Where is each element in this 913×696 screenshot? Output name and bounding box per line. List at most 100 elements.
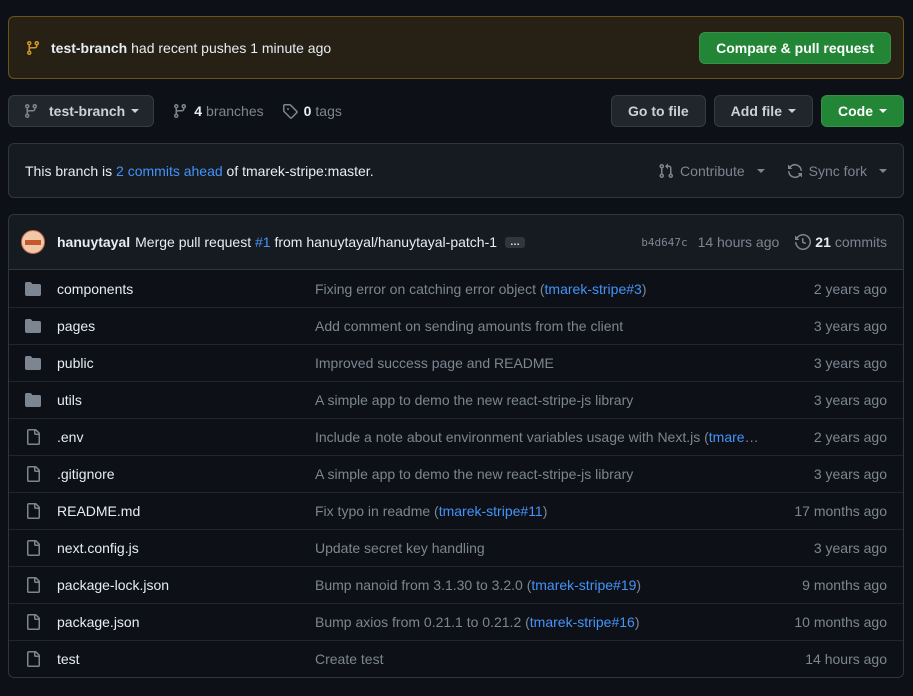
- file-row[interactable]: test Create test 14 hours ago: [9, 640, 903, 677]
- file-row[interactable]: pages Add comment on sending amounts from…: [9, 307, 903, 344]
- ahead-message: This branch is 2 commits ahead of tmarek…: [25, 163, 374, 179]
- folder-icon: [25, 281, 41, 297]
- file-commit-ref-link[interactable]: tmarek-stripe#11: [439, 503, 543, 519]
- file-name[interactable]: next.config.js: [57, 540, 315, 556]
- file-commit-message[interactable]: Improved success page and README: [315, 355, 765, 371]
- chevron-down-icon: [788, 109, 796, 113]
- folder-icon: [25, 318, 41, 334]
- file-name[interactable]: utils: [57, 392, 315, 408]
- file-commit-text: Bump nanoid from 3.1.30 to 3.2.0 (: [315, 577, 532, 593]
- file-name[interactable]: public: [57, 355, 315, 371]
- file-name[interactable]: package.json: [57, 614, 315, 630]
- file-icon: [25, 540, 41, 556]
- file-name[interactable]: .gitignore: [57, 466, 315, 482]
- branch-icon: [172, 103, 188, 119]
- avatar[interactable]: [21, 230, 45, 254]
- file-icon: [25, 577, 41, 593]
- file-commit-message[interactable]: Create test: [315, 651, 765, 667]
- file-row[interactable]: next.config.js Update secret key handling…: [9, 529, 903, 566]
- chevron-down-icon: [131, 109, 140, 113]
- tags-link[interactable]: 0 tags: [282, 103, 342, 119]
- file-commit-time: 3 years ago: [813, 540, 887, 556]
- file-name[interactable]: test: [57, 651, 315, 667]
- compare-pull-request-button[interactable]: Compare & pull request: [699, 31, 891, 64]
- file-row[interactable]: README.md Fix typo in readme (tmarek-stri…: [9, 492, 903, 529]
- file-row[interactable]: package.json Bump axios from 0.21.1 to 0.…: [9, 603, 903, 640]
- file-commit-message[interactable]: Include a note about environment variabl…: [315, 429, 765, 445]
- file-commit-time: 3 years ago: [813, 318, 887, 334]
- file-row[interactable]: utils A simple app to demo the new react-…: [9, 381, 903, 418]
- chevron-down-icon: [756, 168, 765, 173]
- file-name[interactable]: components: [57, 281, 315, 297]
- file-commit-ref-link[interactable]: tmarek-stripe#16: [530, 614, 635, 630]
- commits-count: 21: [815, 234, 831, 250]
- chevron-down-icon: [879, 109, 887, 113]
- file-commit-time: 10 months ago: [794, 614, 887, 630]
- file-commit-message[interactable]: A simple app to demo the new react-strip…: [315, 466, 765, 482]
- file-commit-text-end: ): [634, 614, 640, 630]
- file-commit-text: A simple app to demo the new react-strip…: [315, 392, 634, 408]
- file-commit-message[interactable]: Add comment on sending amounts from the …: [315, 318, 765, 334]
- branches-link[interactable]: 4 branches: [172, 103, 264, 119]
- file-commit-ref-link[interactable]: tmarek-stripe#19: [531, 577, 636, 593]
- commits-history-link[interactable]: 21 commits: [795, 234, 887, 250]
- ahead-actions: Contribute Sync fork: [658, 163, 887, 179]
- file-commit-time: 14 hours ago: [805, 651, 887, 667]
- commit-author[interactable]: hanuytayal: [57, 234, 130, 250]
- file-icon: [25, 503, 41, 519]
- commit-message[interactable]: Merge pull request #1 from hanuytayal/ha…: [135, 234, 497, 250]
- banner-branch-name[interactable]: test-branch: [51, 40, 127, 56]
- add-file-label: Add file: [730, 103, 782, 119]
- file-row[interactable]: package-lock.json Bump nanoid from 3.1.30…: [9, 566, 903, 603]
- sync-icon: [787, 163, 803, 179]
- file-commit-text-end: ): [641, 280, 647, 297]
- file-row[interactable]: .env Include a note about environment var…: [9, 418, 903, 455]
- file-name[interactable]: .env: [57, 429, 315, 445]
- file-browser: hanuytayal Merge pull request #1 from ha…: [8, 214, 904, 678]
- commit-sha[interactable]: b4d647c: [641, 236, 687, 249]
- add-file-button[interactable]: Add file: [713, 95, 813, 127]
- file-name[interactable]: pages: [57, 318, 315, 334]
- file-name[interactable]: package-lock.json: [57, 577, 315, 593]
- file-commit-message[interactable]: Fixing error on catching error object (t…: [315, 281, 765, 297]
- file-commit-message[interactable]: Update secret key handling: [315, 540, 765, 556]
- file-row[interactable]: .gitignore A simple app to demo the new r…: [9, 455, 903, 492]
- history-icon: [795, 234, 812, 250]
- code-button[interactable]: Code: [821, 95, 904, 127]
- file-name[interactable]: README.md: [57, 503, 315, 519]
- file-icon: [25, 651, 41, 667]
- sync-fork-dropdown[interactable]: Sync fork: [787, 163, 887, 179]
- commits-ahead-link[interactable]: 2 commits ahead: [116, 163, 223, 179]
- file-commit-text: A simple app to demo the new react-strip…: [315, 466, 634, 482]
- file-commit-ref-link[interactable]: tmarek…: [709, 429, 765, 445]
- commit-message-prefix: Merge pull request: [135, 234, 255, 250]
- recent-pushes-banner: test-branch had recent pushes 1 minute a…: [8, 16, 904, 79]
- branch-selector-button[interactable]: test-branch: [8, 95, 155, 127]
- file-row[interactable]: components Fixing error on catching error…: [9, 270, 903, 307]
- commit-meta: b4d647c 14 hours ago 21 commits: [641, 234, 887, 250]
- commit-pr-link[interactable]: #1: [255, 234, 271, 250]
- file-commit-message[interactable]: Bump nanoid from 3.1.30 to 3.2.0 (tmarek…: [315, 577, 765, 593]
- git-pull-request-icon: [658, 163, 674, 179]
- toolbar-actions: Go to file Add file Code: [610, 95, 904, 127]
- file-row[interactable]: public Improved success page and README 3 …: [9, 344, 903, 381]
- file-commit-time: 3 years ago: [813, 392, 887, 408]
- file-commit-ref-link[interactable]: tmarek-stripe#3: [545, 281, 642, 297]
- expand-commit-message-button[interactable]: …: [505, 236, 526, 248]
- file-commit-text: Update secret key handling: [315, 540, 485, 556]
- file-commit-time: 2 years ago: [813, 429, 887, 445]
- go-to-file-button[interactable]: Go to file: [610, 95, 706, 127]
- branch-ahead-status: This branch is 2 commits ahead of tmarek…: [8, 143, 904, 198]
- branches-count: 4: [194, 103, 203, 119]
- folder-icon: [25, 355, 41, 371]
- banner-message: test-branch had recent pushes 1 minute a…: [51, 40, 331, 56]
- repo-toolbar: test-branch 4 branches 0 tags Go to file…: [8, 95, 904, 127]
- contribute-dropdown[interactable]: Contribute: [658, 163, 765, 179]
- file-commit-message[interactable]: A simple app to demo the new react-strip…: [315, 392, 765, 408]
- file-commit-message[interactable]: Fix typo in readme (tmarek-stripe#11): [315, 503, 765, 519]
- file-commit-text: Improved success page and README: [315, 355, 554, 371]
- file-commit-text-end: ): [542, 503, 548, 519]
- file-commit-text: Fixing error on catching error object (: [315, 280, 545, 297]
- file-commit-time: 9 months ago: [802, 577, 887, 593]
- file-commit-message[interactable]: Bump axios from 0.21.1 to 0.21.2 (tmarek…: [315, 614, 765, 630]
